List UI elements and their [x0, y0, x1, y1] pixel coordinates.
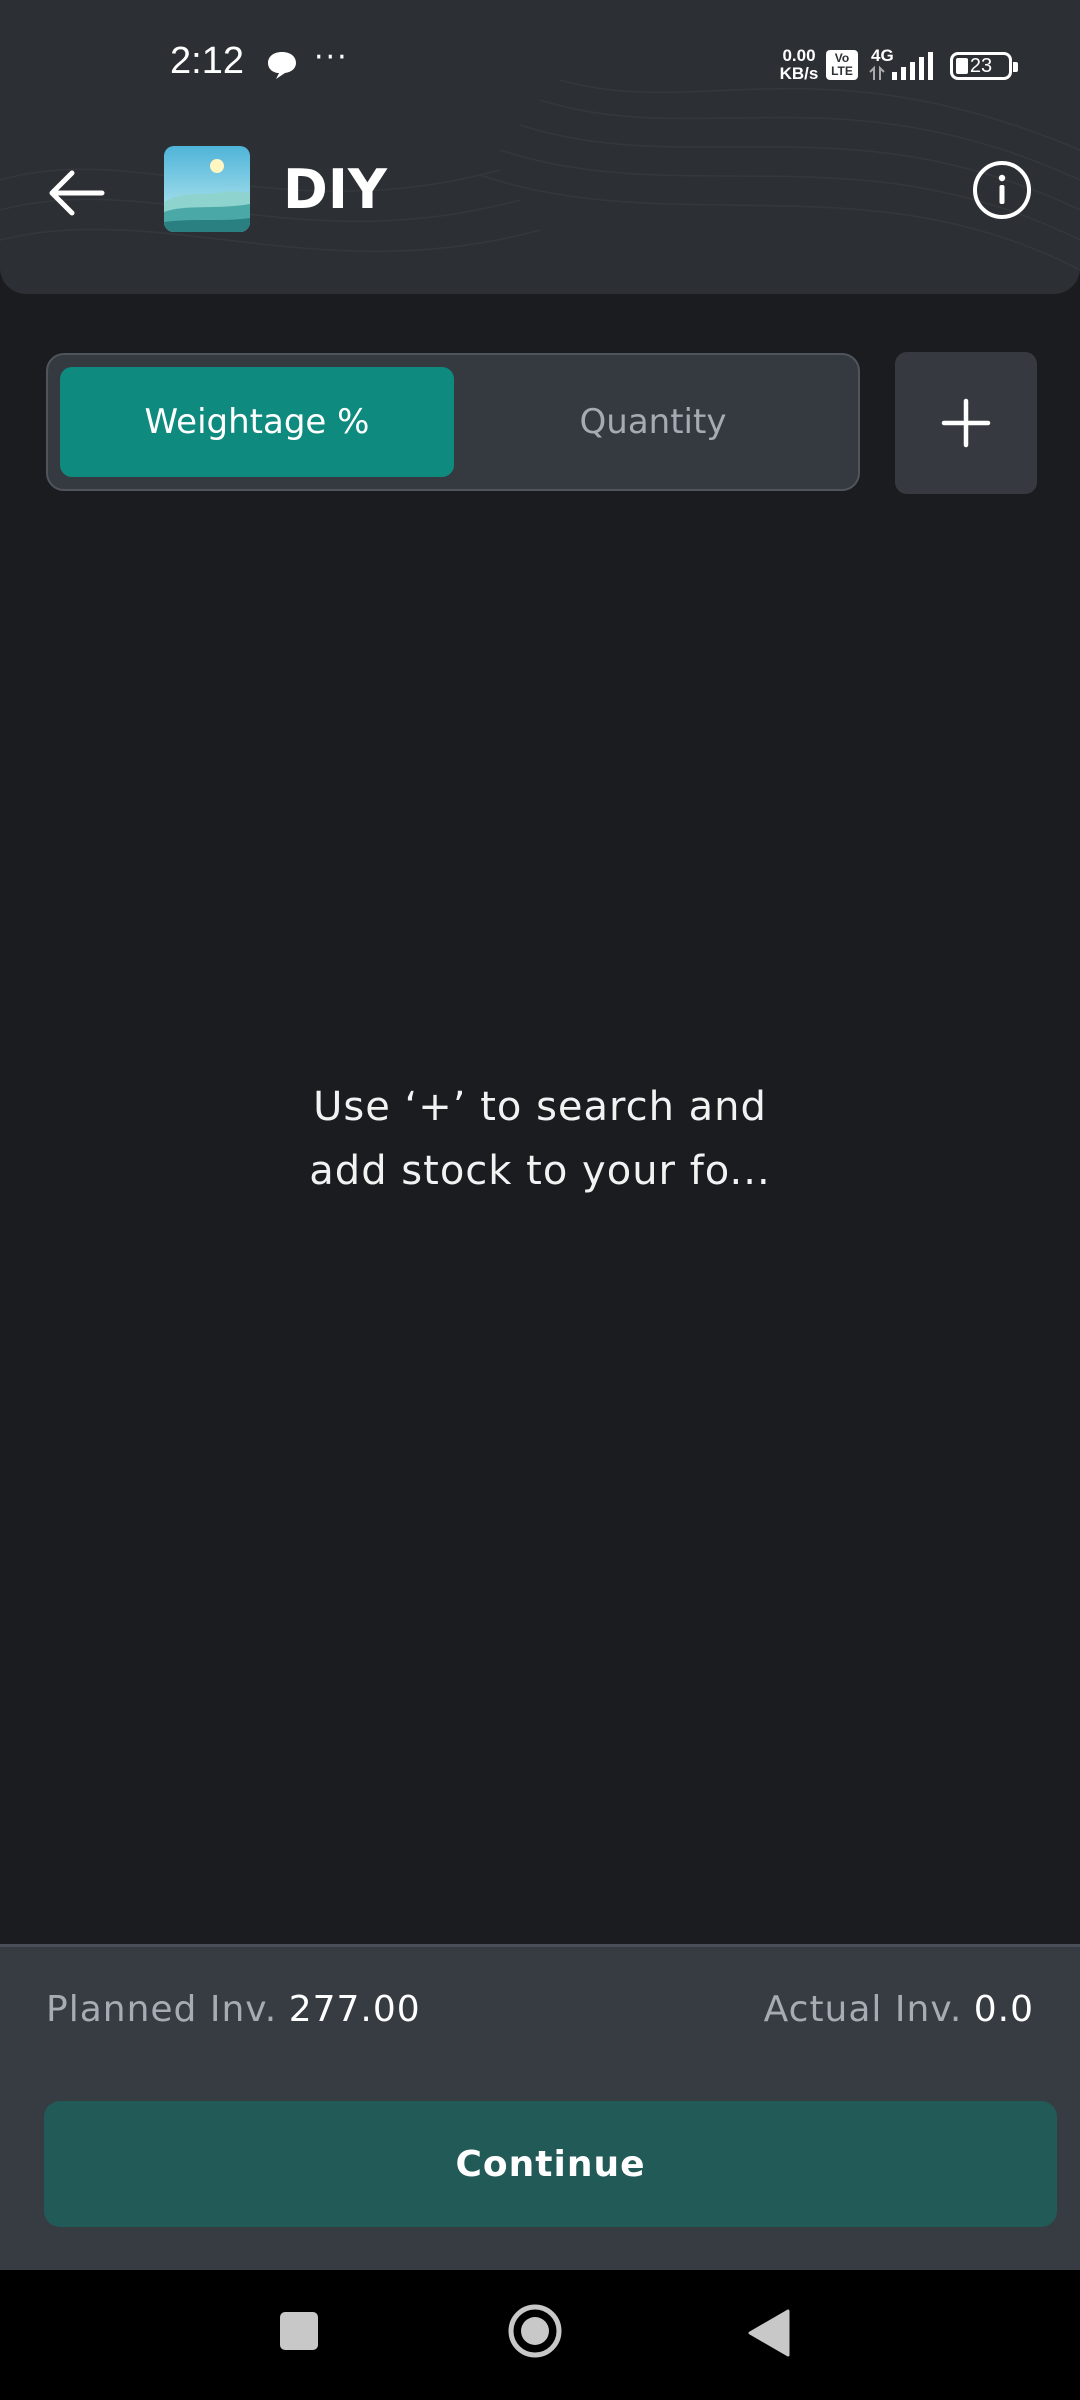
actual-investment: Actual Inv. 0.0 — [764, 1989, 1034, 2030]
battery-level: 23 — [969, 55, 993, 77]
planned-investment: Planned Inv. 277.00 — [46, 1989, 421, 2030]
system-navigation-bar — [0, 2270, 1080, 2400]
tab-quantity[interactable]: Quantity — [456, 367, 850, 477]
network-speed-unit: KB/s — [779, 64, 819, 83]
add-stock-button[interactable] — [895, 352, 1037, 494]
plus-icon — [941, 398, 991, 448]
app-header: 2:12 ··· 0.00 KB/s Vo LTE 4G 23 DIY — [0, 0, 1080, 294]
continue-button[interactable]: Continue — [44, 2101, 1057, 2227]
page-title: DIY — [283, 158, 388, 221]
volte-bottom: LTE — [831, 64, 853, 78]
portfolio-image-icon — [164, 146, 250, 232]
status-time: 2:12 — [170, 40, 244, 82]
info-icon[interactable] — [970, 158, 1034, 222]
arrow-left-icon[interactable] — [40, 155, 116, 231]
home-icon[interactable] — [506, 2302, 564, 2360]
actual-investment-value: 0.0 — [973, 1989, 1034, 2030]
empty-state-message: Use ‘+’ to search and add stock to your … — [240, 1075, 840, 1203]
investment-summary: Planned Inv. 277.00 Actual Inv. 0.0 — [46, 1989, 1034, 2049]
network-speed: 0.00 KB/s — [776, 47, 822, 83]
battery-icon: 23 — [950, 52, 1018, 80]
actual-investment-label: Actual Inv. — [763, 1989, 963, 2030]
tab-weightage[interactable]: Weightage % — [60, 367, 454, 477]
mode-toggle: Weightage % Quantity — [46, 353, 860, 491]
volte-icon: Vo LTE — [826, 50, 858, 80]
network-speed-value: 0.00 — [782, 46, 816, 65]
status-bar: 2:12 ··· 0.00 KB/s Vo LTE 4G 23 — [0, 0, 1080, 130]
planned-investment-value: 277.00 — [288, 1989, 421, 2030]
planned-investment-label: Planned Inv. — [46, 1989, 278, 2030]
recents-icon[interactable] — [280, 2312, 318, 2350]
investment-summary-panel: Planned Inv. 277.00 Actual Inv. 0.0 Cont… — [0, 1944, 1080, 2270]
chat-notification-icon — [268, 52, 296, 79]
signal-strength-icon — [869, 52, 933, 80]
empty-state-line-2: add stock to your fo... — [309, 1148, 771, 1194]
more-notifications-icon: ··· — [314, 40, 349, 75]
back-triangle-icon[interactable] — [746, 2308, 792, 2358]
empty-state-line-1: Use ‘+’ to search and — [313, 1084, 767, 1130]
